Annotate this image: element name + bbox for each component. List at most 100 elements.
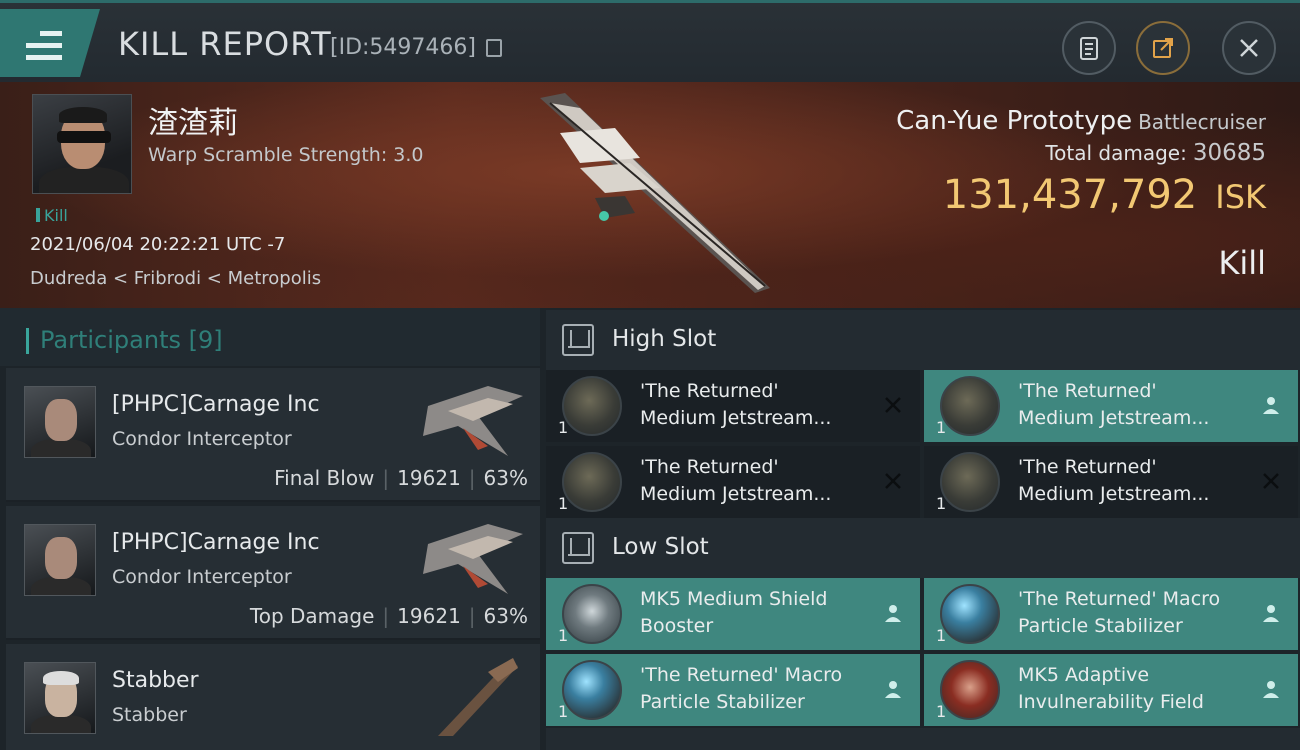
module-name: 'The Returned' Macro Particle Stabilizer — [640, 664, 843, 713]
module-quantity: 1 — [936, 626, 947, 645]
participant-ship: Condor Interceptor — [112, 566, 292, 588]
participants-header: Participants [9] — [0, 308, 540, 366]
participant-avatar — [24, 386, 96, 458]
module-quantity: 1 — [936, 702, 947, 721]
participant-name: [PHPC]Carnage Inc — [112, 530, 320, 555]
participant-avatar — [24, 662, 96, 734]
module-item[interactable]: 1 'The Returned' Macro Particle Stabilize… — [924, 578, 1298, 650]
destroyed-icon — [885, 473, 901, 489]
participants-label: Participants — [40, 326, 181, 354]
copy-icon[interactable] — [486, 39, 502, 57]
victim-name[interactable]: 渣渣莉 — [148, 98, 238, 142]
participant-percent: 63% — [483, 466, 528, 490]
participant-ship-image — [438, 658, 518, 736]
menu-icon — [26, 31, 62, 67]
participants-count: [9] — [188, 326, 223, 354]
report-id: [ID:5497466] — [330, 35, 476, 60]
damage-label: Total damage: — [1045, 141, 1187, 165]
module-name: 'The Returned' Macro Particle Stabilizer — [1018, 588, 1221, 637]
victim-ship[interactable]: Can-Yue Prototype Battlecruiser — [896, 106, 1266, 136]
participant-name: Stabber — [112, 668, 199, 693]
module-quantity: 1 — [936, 494, 947, 513]
high-slot-label: High Slot — [612, 326, 717, 352]
clipboard-icon — [1080, 37, 1098, 60]
kill-datetime: 2021/06/04 20:22:21 UTC -7 — [30, 234, 286, 255]
module-quantity: 1 — [558, 418, 569, 437]
module-name: 'The Returned' Medium Jetstream... — [1018, 380, 1210, 429]
participant-avatar — [24, 524, 96, 596]
next-slot-header — [546, 728, 1300, 750]
page-title: KILL REPORT — [118, 25, 332, 63]
dropped-person-icon — [1263, 605, 1279, 622]
share-button[interactable] — [1136, 21, 1190, 75]
module-icon — [940, 660, 1000, 720]
dropped-person-icon — [885, 605, 901, 622]
destroyed-icon — [885, 397, 901, 413]
module-name: MK5 Adaptive Invulnerability Field — [1018, 664, 1204, 713]
participants-title: Participants [9] — [40, 326, 223, 354]
low-slot-label: Low Slot — [612, 534, 709, 560]
close-icon — [1240, 39, 1258, 57]
destroyed-icon — [1263, 473, 1279, 489]
participant-name: [PHPC]Carnage Inc — [112, 392, 320, 417]
total-damage: Total damage: 30685 — [1045, 140, 1266, 166]
share-icon — [1153, 38, 1173, 58]
dropped-person-icon — [885, 681, 901, 698]
damage-value: 30685 — [1192, 140, 1266, 166]
isk-amount: 131,437,792 — [942, 172, 1198, 218]
module-name: 'The Returned' Medium Jetstream... — [640, 380, 832, 429]
participant-ship-image — [423, 524, 523, 594]
module-name: 'The Returned' Medium Jetstream... — [1018, 456, 1210, 505]
close-button[interactable] — [1222, 21, 1276, 75]
high-slot-header: High Slot — [546, 310, 1300, 370]
module-name: 'The Returned' Medium Jetstream... — [640, 456, 832, 505]
warp-scramble-strength: Warp Scramble Strength: 3.0 — [148, 144, 424, 166]
victim-ship-image[interactable] — [520, 88, 790, 298]
module-icon — [562, 660, 622, 720]
module-item[interactable]: 1 'The Returned' Medium Jetstream... — [924, 370, 1298, 442]
module-item[interactable]: 1 'The Returned' Medium Jetstream... — [546, 370, 920, 442]
isk-unit: ISK — [1215, 178, 1266, 216]
participant-ship: Condor Interceptor — [112, 428, 292, 450]
kill-location[interactable]: Dudreda < Fribrodi < Metropolis — [30, 268, 321, 289]
module-quantity: 1 — [558, 626, 569, 645]
module-icon — [940, 376, 1000, 436]
module-icon — [562, 376, 622, 436]
participant-row[interactable]: [PHPC]Carnage Inc Condor Interceptor Top… — [6, 506, 540, 640]
participant-stats: Top Damage | 19621 | 63% — [249, 604, 528, 628]
victim-avatar[interactable] — [32, 94, 132, 194]
participant-ship: Stabber — [112, 704, 187, 726]
module-item[interactable]: 1 MK5 Adaptive Invulnerability Field — [924, 654, 1298, 726]
header-bar: KILL REPORT [ID:5497466] — [0, 0, 1300, 82]
participant-damage: 19621 — [397, 604, 461, 628]
module-icon — [562, 452, 622, 512]
kill-tag: Kill — [36, 206, 68, 225]
module-quantity: 1 — [558, 494, 569, 513]
module-name: MK5 Medium Shield Booster — [640, 588, 828, 637]
participant-percent: 63% — [483, 604, 528, 628]
participant-ship-image — [423, 386, 523, 456]
participant-role: Top Damage — [249, 604, 375, 628]
participant-stats: Final Blow | 19621 | 63% — [274, 466, 528, 490]
high-slot-icon — [562, 324, 594, 356]
low-slot-icon — [562, 532, 594, 564]
low-slot-header: Low Slot — [546, 518, 1300, 578]
ship-name: Can-Yue Prototype — [896, 106, 1133, 136]
module-item[interactable]: 1 'The Returned' Medium Jetstream... — [546, 446, 920, 518]
kill-result: Kill — [1218, 244, 1266, 282]
clipboard-button[interactable] — [1062, 21, 1116, 75]
module-item[interactable]: 1 'The Returned' Medium Jetstream... — [924, 446, 1298, 518]
participant-damage: 19621 — [397, 466, 461, 490]
participant-row[interactable]: Stabber Stabber — [6, 644, 540, 750]
ship-class: Battlecruiser — [1138, 110, 1266, 134]
module-icon — [940, 584, 1000, 644]
module-quantity: 1 — [558, 702, 569, 721]
menu-button[interactable] — [0, 9, 100, 77]
module-item[interactable]: 1 MK5 Medium Shield Booster — [546, 578, 920, 650]
dropped-person-icon — [1263, 397, 1279, 414]
dropped-person-icon — [1263, 681, 1279, 698]
module-quantity: 1 — [936, 418, 947, 437]
module-item[interactable]: 1 'The Returned' Macro Particle Stabilize… — [546, 654, 920, 726]
participant-row[interactable]: [PHPC]Carnage Inc Condor Interceptor Fin… — [6, 368, 540, 502]
kill-report-screen: KILL REPORT [ID:5497466] 渣渣莉 Warp Scramb… — [0, 0, 1300, 750]
